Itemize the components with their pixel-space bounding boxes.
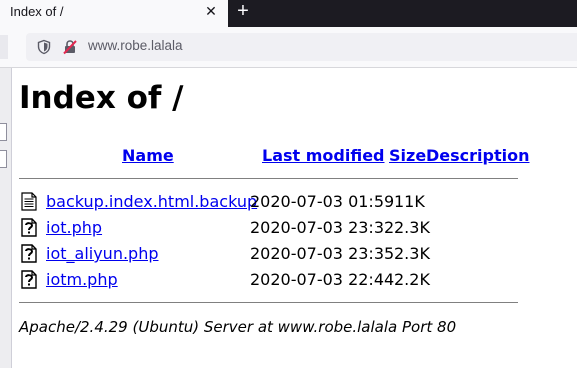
column-header-last-modified[interactable]: Last modified (262, 146, 385, 165)
file-link[interactable]: backup.index.html.backup (46, 192, 257, 211)
unknown-file-icon (21, 218, 37, 237)
sidebar-control[interactable] (0, 150, 7, 168)
title-bar: Index of / ✕ + (0, 0, 577, 27)
address-bar[interactable]: www.robe.lalala (26, 33, 577, 61)
close-tab-icon[interactable]: ✕ (203, 3, 219, 19)
file-modified: 2020-07-03 23:35 (250, 244, 395, 263)
column-header-size[interactable]: Size (389, 146, 426, 165)
header-divider (19, 178, 518, 179)
file-modified: 2020-07-03 22:44 (250, 270, 395, 289)
unknown-file-icon (21, 270, 37, 289)
file-row: iotm.php 2020-07-03 22:44 2.2K (19, 269, 539, 293)
sort-by-modified-link[interactable]: Last modified (262, 146, 385, 165)
shield-icon[interactable] (36, 39, 52, 55)
file-size: 2.2K (394, 270, 430, 289)
file-row: iot_aliyun.php 2020-07-03 23:35 2.3K (19, 243, 539, 267)
text-file-icon (21, 192, 37, 211)
navigation-bar: www.robe.lalala (0, 27, 577, 68)
sidebar-edge (0, 68, 12, 368)
nav-button-stub[interactable] (0, 35, 8, 59)
file-modified: 2020-07-03 01:59 (250, 192, 395, 211)
file-modified: 2020-07-03 23:32 (250, 218, 395, 237)
browser-tab[interactable]: Index of / ✕ (0, 0, 228, 27)
server-signature: Apache/2.4.29 (Ubuntu) Server at www.rob… (19, 318, 457, 336)
insecure-lock-icon[interactable] (62, 39, 78, 55)
file-row: backup.index.html.backup 2020-07-03 01:5… (19, 191, 539, 215)
unknown-file-icon (21, 244, 37, 263)
file-size: 11K (394, 192, 425, 211)
file-size: 2.3K (394, 244, 430, 263)
file-link[interactable]: iot_aliyun.php (46, 244, 159, 263)
url-text[interactable]: www.robe.lalala (88, 38, 183, 53)
page-content: Index of / Name Last modified Size Descr… (19, 68, 577, 368)
sort-by-name-link[interactable]: Name (122, 146, 174, 165)
new-tab-button[interactable]: + (232, 0, 254, 24)
file-row: iot.php 2020-07-03 23:32 2.3K (19, 217, 539, 241)
sort-by-description-link[interactable]: Description (426, 146, 529, 165)
file-link[interactable]: iot.php (46, 218, 102, 237)
column-header-description[interactable]: Description (426, 146, 529, 165)
column-header-name[interactable]: Name (122, 146, 174, 165)
file-link[interactable]: iotm.php (46, 270, 118, 289)
tab-title: Index of / (10, 4, 64, 19)
footer-divider (19, 302, 518, 303)
sidebar-control[interactable] (0, 123, 7, 141)
file-size: 2.3K (394, 218, 430, 237)
sort-by-size-link[interactable]: Size (389, 146, 426, 165)
page-title: Index of / (19, 80, 184, 116)
